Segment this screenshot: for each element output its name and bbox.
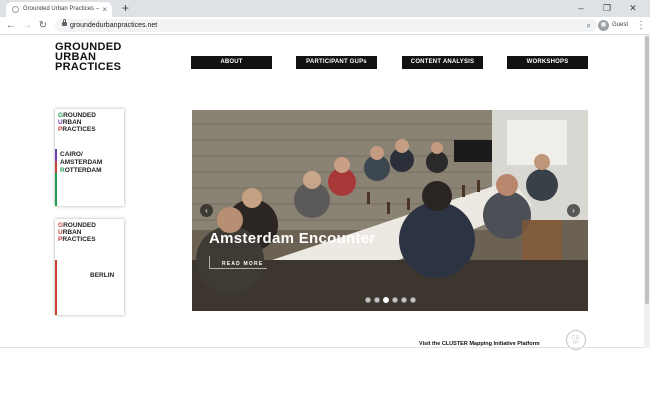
card-accent-bar — [55, 161, 57, 173]
slider-dot[interactable] — [410, 297, 416, 303]
restore-window-button[interactable]: ❐ — [594, 0, 620, 17]
site-logo[interactable]: GROUNDED URBAN PRACTICES — [55, 42, 122, 73]
profile-name: Guest — [612, 22, 629, 28]
slide-title: Amsterdam Encounter — [209, 230, 376, 247]
slider-next-button[interactable]: › — [567, 204, 580, 217]
card-accent-bar — [55, 260, 57, 315]
slider-dot-active[interactable] — [383, 297, 389, 303]
title-text: ROUNDED — [63, 112, 96, 119]
card-title: GROUNDED URBAN PRACTICES — [58, 222, 96, 243]
slider-dot[interactable] — [374, 297, 380, 303]
card-places: CAIRO/ AMSTERDAM ROTTERDAM — [60, 151, 102, 175]
reload-button[interactable]: ↻ — [36, 19, 50, 32]
slider-dot[interactable] — [392, 297, 398, 303]
nav-about[interactable]: ABOUT — [191, 56, 272, 69]
nav-content-analysis[interactable]: CONTENT ANALYSIS — [402, 56, 483, 69]
tab-title: Grounded Urban Practices – GUP — [23, 6, 99, 12]
scrollbar-thumb[interactable] — [645, 36, 649, 304]
card-accent-bar — [55, 173, 57, 206]
title-text: RACTICES — [62, 126, 96, 133]
title-text: RBAN — [62, 119, 82, 126]
place-text: OTTERDAM — [64, 167, 102, 174]
forward-button[interactable]: → — [20, 19, 34, 32]
lock-icon — [62, 19, 67, 26]
logo-line: PRACTICES — [55, 61, 122, 73]
read-more-link[interactable]: READ MORE — [222, 261, 263, 267]
viewport-bottom-divider — [0, 347, 650, 348]
title-text: RACTICES — [62, 236, 96, 243]
slider-dot[interactable] — [365, 297, 371, 303]
card-accent-bar — [55, 149, 57, 161]
card-place: BERLIN — [90, 272, 115, 279]
title-text: RBAN — [62, 229, 82, 236]
title-text: ROUNDED — [63, 222, 96, 229]
search-icon[interactable]: ⌕ — [587, 19, 591, 32]
browser-toolbar: ← → ↻ groundedurbanpractices.net ⌕ Guest… — [0, 17, 650, 35]
gup-card-berlin[interactable]: GROUNDED URBAN PRACTICES BERLIN — [55, 219, 124, 315]
address-url[interactable]: groundedurbanpractices.net — [70, 19, 157, 32]
close-tab-icon[interactable]: × — [102, 4, 107, 15]
close-window-button[interactable]: ✕ — [620, 0, 646, 17]
address-bar[interactable]: groundedurbanpractices.net ⌕ — [55, 19, 597, 32]
avatar-icon — [598, 20, 609, 31]
place-text: AMSTERDAM — [60, 159, 103, 166]
page-favicon-icon — [12, 6, 19, 13]
back-button[interactable]: ← — [4, 19, 18, 32]
new-tab-button[interactable]: + — [122, 1, 129, 15]
card-title: GROUNDED URBAN PRACTICES — [58, 112, 96, 133]
browser-tab-bar: Grounded Urban Practices – GUP × + – ❐ ✕ — [0, 0, 650, 17]
nav-participant-gups[interactable]: PARTICIPANT GUPs — [296, 56, 377, 69]
browser-menu-icon[interactable]: ⋮ — [636, 19, 646, 32]
browser-tab[interactable]: Grounded Urban Practices – GUP × — [6, 2, 112, 17]
hero-slider[interactable]: Amsterdam Encounter READ MORE ‹ › — [192, 110, 588, 311]
minimize-window-button[interactable]: – — [568, 0, 594, 17]
place-text: CAIRO/ — [60, 151, 83, 158]
slider-prev-button[interactable]: ‹ — [200, 204, 213, 217]
nav-workshops[interactable]: WORKSHOPS — [507, 56, 588, 69]
gup-card-cairo-amsterdam-rotterdam[interactable]: GROUNDED URBAN PRACTICES CAIRO/ AMSTERDA… — [55, 109, 124, 206]
slider-dot[interactable] — [401, 297, 407, 303]
slide-photo — [192, 110, 588, 311]
badge-text-bottom: IP — [572, 340, 580, 346]
